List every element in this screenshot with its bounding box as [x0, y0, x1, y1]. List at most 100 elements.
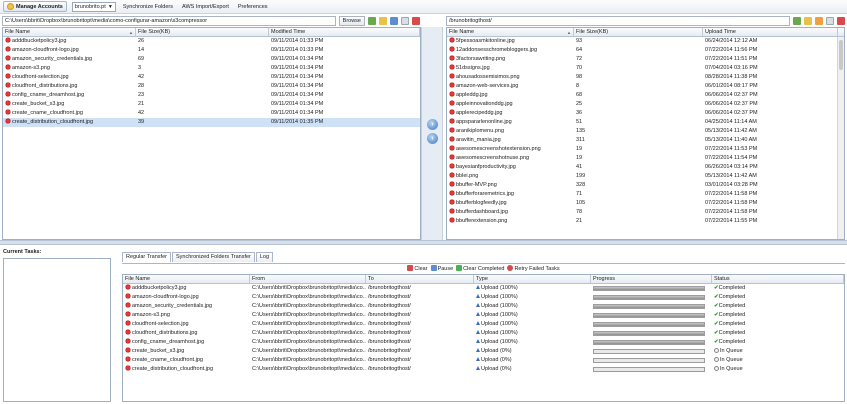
new-folder-icon[interactable]: [804, 17, 812, 25]
list-item[interactable]: bbuffer-MVP.png 328 03/01/2014 03:28 PM: [447, 181, 844, 190]
panel-splitter[interactable]: › ‹: [421, 27, 443, 240]
list-item[interactable]: 5fpessoasmkitonline.jpg 93 06/24/2014 12:1…: [447, 37, 844, 46]
list-item[interactable]: create_cname_cloudfront.jpg 42 09/11/2014 …: [3, 109, 420, 118]
delete-icon[interactable]: [412, 17, 420, 25]
upload-icon: [476, 321, 480, 325]
table-row[interactable]: cloudfront_distributions.jpg C:\Users\bbr…: [123, 329, 844, 338]
clear-button[interactable]: Clear: [407, 265, 428, 272]
copy-icon[interactable]: [826, 17, 834, 25]
menu-aws-import-export[interactable]: AWS Import/Export: [180, 4, 231, 10]
remote-col-file-size[interactable]: File Size(KB): [574, 28, 703, 36]
status-cell: ✔Completed: [712, 338, 844, 347]
list-item[interactable]: bblei.png 199 05/13/2014 11:42 AM: [447, 172, 844, 181]
transfer-type: Upload (100%): [474, 329, 591, 338]
list-item[interactable]: 12addonsesschromebloggers.jpg 64 07/22/201…: [447, 46, 844, 55]
upload-arrow-icon[interactable]: ›: [427, 119, 438, 130]
table-row[interactable]: amazon_security_credentials.jpg C:\Users\…: [123, 302, 844, 311]
transfer-col-progress[interactable]: Progress: [591, 275, 712, 283]
horizontal-splitter[interactable]: [0, 240, 847, 245]
list-item[interactable]: aranikiplomenu.png 135 05/13/2014 11:42 AM: [447, 127, 844, 136]
table-row[interactable]: cloudfront-selection.jpg C:\Users\bbrit\D…: [123, 320, 844, 329]
table-row[interactable]: amazon-cloudfront-logo.jpg C:\Users\bbrit…: [123, 293, 844, 302]
file-name: amazon-s3.png: [12, 65, 50, 71]
upload-icon[interactable]: [390, 17, 398, 25]
list-item[interactable]: 51dssigns.jpg 70 07/04/2014 03:16 PM: [447, 64, 844, 73]
file-name-cell: config_cname_dreamhost.jpg: [3, 91, 136, 100]
transfer-col-status[interactable]: Status: [712, 275, 844, 283]
list-item[interactable]: awesomescreenshotnuse.png 19 07/22/2014 11…: [447, 154, 844, 163]
remote-scrollbar[interactable]: [837, 37, 844, 239]
browse-button[interactable]: Browse: [338, 16, 365, 26]
list-item[interactable]: appleddg.jpg 68 06/06/2014 02:37 PM: [447, 91, 844, 100]
list-item[interactable]: appspararlenonline.jpg 51 04/25/2014 11:14…: [447, 118, 844, 127]
list-item[interactable]: bayesianfproductivity.jpg 41 06/26/2014 03…: [447, 163, 844, 172]
image-file-icon: [449, 136, 455, 142]
scrollbar-thumb[interactable]: [839, 40, 843, 70]
list-item[interactable]: bbufferblogfeedly.jpg 105 07/22/2014 11:58…: [447, 199, 844, 208]
transfer-col-file-name[interactable]: File Name: [123, 275, 250, 283]
list-item[interactable]: cloudfront_distributions.jpg 28 09/11/2014…: [3, 82, 420, 91]
local-col-file-size[interactable]: File Size(KB): [136, 28, 269, 36]
list-item[interactable]: applerecipeddg.jpg 36 06/06/2014 02:37 PM: [447, 109, 844, 118]
list-item[interactable]: amazon-cloudfront-logo.jpg 14 09/11/2014 0…: [3, 46, 420, 55]
tab-regular-transfer[interactable]: Regular Transfer: [122, 252, 171, 262]
list-item[interactable]: create_bucket_s3.jpg 21 09/11/2014 01:34 P…: [3, 100, 420, 109]
local-path-input[interactable]: C:\Users\bbrit\Dropbox\brunobritopt\medi…: [2, 16, 336, 26]
image-file-icon: [449, 46, 455, 52]
list-item[interactable]: create_distribution_cloudfront.jpg 39 09/1…: [3, 118, 420, 127]
list-item[interactable]: 3factorsawriting.png 72 07/22/2014 11:51 P…: [447, 55, 844, 64]
file-name: amazon-cloudfront-logo.jpg: [12, 47, 79, 53]
table-row[interactable]: create_distribution_cloudfront.jpg C:\Use…: [123, 365, 844, 374]
copy-icon[interactable]: [401, 17, 409, 25]
tab-synchronized-folders-transfer[interactable]: Synchronized Folders Transfer: [171, 252, 255, 262]
table-row[interactable]: create_cname_cloudfront.jpg C:\Users\bbri…: [123, 356, 844, 365]
delete-icon[interactable]: [837, 17, 845, 25]
list-item[interactable]: amazon-web-services.jpg 8 06/01/2014 08:17…: [447, 82, 844, 91]
list-item[interactable]: awesomescreenshotextension.png 19 07/22/20…: [447, 145, 844, 154]
list-item[interactable]: aravitin_mania.jpg 311 05/13/2014 11:40 AM: [447, 136, 844, 145]
file-name-cell: bbufferblogfeedly.jpg: [447, 199, 574, 208]
list-item[interactable]: bbufferforaremetrics.jpg 71 07/22/2014 11:…: [447, 190, 844, 199]
transfer-col-type[interactable]: Type: [474, 275, 591, 283]
table-row[interactable]: create_bucket_s3.jpg C:\Users\bbrit\Dropb…: [123, 347, 844, 356]
table-row[interactable]: adddbucketpolicy3.jpg C:\Users\bbrit\Drop…: [123, 284, 844, 293]
transfer-type-label: Upload (0%): [481, 348, 512, 354]
list-item[interactable]: bbufferdashboard.jpg 78 07/22/2014 11:58 P…: [447, 208, 844, 217]
table-row[interactable]: config_cname_dreamhost.jpg C:\Users\bbrit…: [123, 338, 844, 347]
local-col-modified[interactable]: Modified Time: [269, 28, 420, 36]
list-item[interactable]: ahousadossemisimos.png 98 08/28/2014 11:38…: [447, 73, 844, 82]
list-item[interactable]: cloudfront-selection.jpg 42 09/11/2014 01:…: [3, 73, 420, 82]
local-col-file-name[interactable]: File Name ▲: [3, 28, 136, 36]
list-item[interactable]: bbufferextension.png 21 07/22/2014 11:55 P…: [447, 217, 844, 226]
pause-button[interactable]: Pause: [430, 265, 453, 272]
remote-file-list: File Name ▲ File Size(KB) Upload Time 5fp…: [446, 27, 845, 240]
new-folder-icon[interactable]: [379, 17, 387, 25]
clear-completed-button[interactable]: Clear Completed: [456, 265, 504, 272]
properties-icon[interactable]: [815, 17, 823, 25]
remote-path-input[interactable]: /brunobritogthost/: [446, 16, 790, 26]
list-item[interactable]: amazon_security_credentials.jpg 69 09/11/2…: [3, 55, 420, 64]
list-item[interactable]: config_cname_dreamhost.jpg 23 09/11/2014 0…: [3, 91, 420, 100]
remote-col-file-name[interactable]: File Name ▲: [447, 28, 574, 36]
file-name-cell: aravitin_mania.jpg: [447, 136, 574, 145]
manage-accounts-button[interactable]: Manage Accounts: [3, 1, 67, 12]
transfer-col-to[interactable]: To: [366, 275, 474, 283]
table-row[interactable]: amazon-s3.png C:\Users\bbrit\Dropbox\brun…: [123, 311, 844, 320]
list-item[interactable]: amazon-s3.png 3 09/11/2014 01:34 PM: [3, 64, 420, 73]
refresh-icon[interactable]: [793, 17, 801, 25]
tab-log[interactable]: Log: [255, 252, 274, 262]
file-size: 36: [576, 110, 583, 116]
menu-sync-folders[interactable]: Synchronize Folders: [121, 4, 175, 10]
menu-bar: Manage Accounts brunobrito.pt ▼ Synchron…: [0, 0, 847, 14]
file-name: applerecipeddg.jpg: [456, 110, 503, 116]
list-item[interactable]: appleinnovationddg.jpg 25 06/06/2014 02:37…: [447, 100, 844, 109]
status-label: Completed: [718, 294, 746, 300]
download-arrow-icon[interactable]: ‹: [427, 133, 438, 144]
list-item[interactable]: adddbucketpolicy3.jpg 26 09/11/2014 01:33 …: [3, 37, 420, 46]
account-select[interactable]: brunobrito.pt ▼: [71, 1, 116, 12]
refresh-icon[interactable]: [368, 17, 376, 25]
transfer-col-from[interactable]: From: [250, 275, 366, 283]
menu-preferences[interactable]: Preferences: [236, 4, 270, 10]
remote-col-upload-time[interactable]: Upload Time: [703, 28, 838, 36]
retry-failed-button[interactable]: Retry Failed Tasks: [507, 265, 560, 272]
